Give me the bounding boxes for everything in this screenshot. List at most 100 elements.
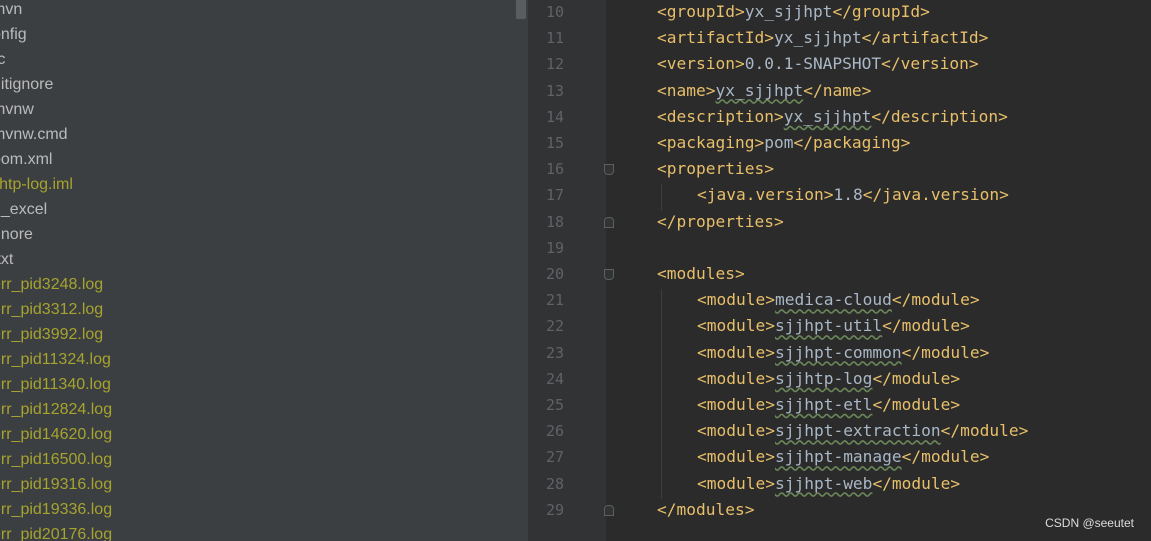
- xml-close-tag: </java.version>: [862, 185, 1009, 205]
- line-number: 22: [545, 317, 564, 336]
- tree-item[interactable]: err_pid3248.log: [0, 272, 103, 297]
- tree-item[interactable]: err_pid20176.log: [0, 522, 112, 541]
- xml-close-tag: </artifactId>: [861, 28, 989, 48]
- fold-open-icon[interactable]: [604, 164, 614, 176]
- xml-value: 1.8: [833, 185, 863, 205]
- code-line[interactable]: <module>sjjhpt-manage</module>: [697, 446, 989, 468]
- tree-scrollbar[interactable]: [516, 0, 526, 19]
- tree-item[interactable]: err_pid12824.log: [0, 397, 112, 422]
- tree-item[interactable]: gnore: [0, 222, 33, 247]
- code-line[interactable]: </modules>: [657, 499, 754, 521]
- code-line[interactable]: <description>yx_sjjhpt</description>: [657, 106, 1008, 128]
- xml-close-tag: </module>: [872, 368, 961, 388]
- code-line[interactable]: <module>sjjhtp-log</module>: [697, 368, 960, 390]
- xml-value: sjjhpt-manage: [774, 447, 902, 467]
- code-line[interactable]: <module>medica-cloud</module>: [697, 289, 980, 311]
- fold-open-icon[interactable]: [604, 269, 614, 280]
- xml-close-tag: </module>: [940, 421, 1029, 441]
- line-number: 13: [545, 81, 564, 100]
- code-line[interactable]: <modules>: [657, 263, 745, 285]
- xml-close-tag: </properties>: [657, 211, 784, 231]
- tree-item[interactable]: err_pid11324.log: [0, 347, 111, 372]
- code-line[interactable]: <module>sjjhpt-common</module>: [697, 342, 989, 364]
- xml-close-tag: </module>: [872, 395, 961, 414]
- indent-guide: [661, 289, 662, 499]
- line-number: 25: [545, 396, 564, 414]
- code-line[interactable]: <module>sjjhpt-etl</module>: [697, 394, 960, 416]
- xml-value: 0.0.1-SNAPSHOT: [744, 54, 882, 74]
- xml-value: sjjhpt-util: [774, 316, 883, 336]
- xml-value: yx_sjjhpt: [783, 106, 872, 126]
- xml-open-tag: <module>: [697, 342, 775, 362]
- xml-close-tag: </module>: [901, 447, 990, 467]
- xml-close-tag: </module>: [901, 342, 990, 362]
- xml-value: yx_sjjhpt: [744, 2, 833, 21]
- xml-close-tag: </groupId>: [832, 2, 930, 21]
- xml-value: yx_sjjhpt: [773, 28, 862, 48]
- xml-close-tag: </packaging>: [793, 133, 911, 152]
- tree-item[interactable]: mvnw: [0, 97, 34, 122]
- tree-item[interactable]: err_pid3312.log: [0, 297, 103, 322]
- xml-close-tag: </name>: [803, 80, 872, 100]
- xml-value: sjjhpt-common: [774, 342, 902, 362]
- tree-item[interactable]: h_excel: [0, 197, 47, 222]
- code-line[interactable]: <module>sjjhpt-web</module>: [697, 473, 960, 495]
- xml-open-tag: <modules>: [657, 264, 745, 283]
- xml-value: yx_sjjhpt: [715, 80, 804, 100]
- tree-item[interactable]: err_pid3992.log: [0, 322, 103, 347]
- line-number: 12: [545, 55, 564, 74]
- code-line[interactable]: <java.version>1.8</java.version>: [697, 184, 1009, 206]
- line-number: 29: [545, 500, 564, 519]
- tree-item[interactable]: err_pid16500.log: [0, 447, 112, 472]
- code-line[interactable]: <name>yx_sjjhpt</name>: [657, 80, 871, 102]
- project-tree-panel: mvnonfigrcgitignoremvnwmvnw.cmdoom.xmljj…: [0, 0, 528, 541]
- xml-value: pom: [764, 133, 794, 152]
- watermark: CSDN @seeutet: [1045, 516, 1134, 530]
- xml-open-tag: <module>: [697, 316, 775, 336]
- tree-item[interactable]: err_pid19336.log: [0, 497, 112, 522]
- xml-close-tag: </module>: [891, 290, 980, 310]
- tree-item[interactable]: .txt: [0, 247, 13, 272]
- line-number: 14: [545, 107, 564, 126]
- line-number: 11: [545, 29, 564, 48]
- tree-item[interactable]: oom.xml: [0, 147, 52, 172]
- line-number: 26: [545, 422, 564, 441]
- line-number: 27: [545, 448, 564, 467]
- tree-item[interactable]: jjhtp-log.iml: [0, 172, 73, 197]
- xml-open-tag: <module>: [697, 290, 775, 310]
- code-editor[interactable]: 10 11 12 13 14 15 16 17 18 19 20 21 22 23 24 25 26 27 28 29…: [528, 0, 1151, 541]
- tree-item[interactable]: mvnw.cmd: [0, 122, 68, 147]
- tree-item[interactable]: gitignore: [0, 72, 53, 97]
- code-line[interactable]: <properties>: [657, 158, 774, 180]
- code-line[interactable]: <artifactId>yx_sjjhpt</artifactId>: [657, 27, 988, 49]
- line-number: 18: [545, 212, 564, 231]
- code-line[interactable]: <groupId>yx_sjjhpt</groupId>: [657, 1, 930, 23]
- xml-close-tag: </description>: [871, 106, 1008, 126]
- line-number: 21: [545, 291, 564, 310]
- tree-item[interactable]: onfig: [0, 22, 27, 47]
- line-number: 20: [545, 265, 564, 283]
- editor-gutter: 10 11 12 13 14 15 16 17 18 19 20 21 22 23 24 25 26 27 28 29: [528, 0, 614, 541]
- code-line[interactable]: <module>sjjhpt-util</module>: [697, 315, 970, 337]
- xml-value: sjjhpt-extraction: [774, 421, 941, 441]
- code-line[interactable]: </properties>: [657, 211, 784, 233]
- code-line[interactable]: <module>sjjhpt-extraction</module>: [697, 420, 1028, 442]
- tree-item[interactable]: err_pid19316.log: [0, 472, 112, 497]
- xml-open-tag: <description>: [657, 106, 784, 126]
- xml-open-tag: <module>: [697, 473, 775, 493]
- tree-item[interactable]: err_pid11340.log: [0, 372, 111, 397]
- xml-open-tag: <artifactId>: [657, 28, 774, 48]
- xml-open-tag: <module>: [697, 421, 775, 441]
- line-number: 23: [545, 343, 564, 362]
- code-line[interactable]: <version>0.0.1-SNAPSHOT</version>: [657, 53, 979, 75]
- tree-item[interactable]: err_pid14620.log: [0, 422, 112, 447]
- fold-close-icon[interactable]: [604, 504, 614, 516]
- line-number: 28: [545, 474, 564, 493]
- code-line[interactable]: <packaging>pom</packaging>: [657, 132, 910, 154]
- xml-open-tag: <properties>: [657, 159, 774, 179]
- tree-item[interactable]: mvn: [0, 0, 22, 22]
- xml-close-tag: </module>: [872, 473, 961, 493]
- fold-close-icon[interactable]: [604, 216, 614, 228]
- tree-item[interactable]: rc: [0, 47, 5, 72]
- xml-value: sjjhtp-log: [774, 368, 873, 388]
